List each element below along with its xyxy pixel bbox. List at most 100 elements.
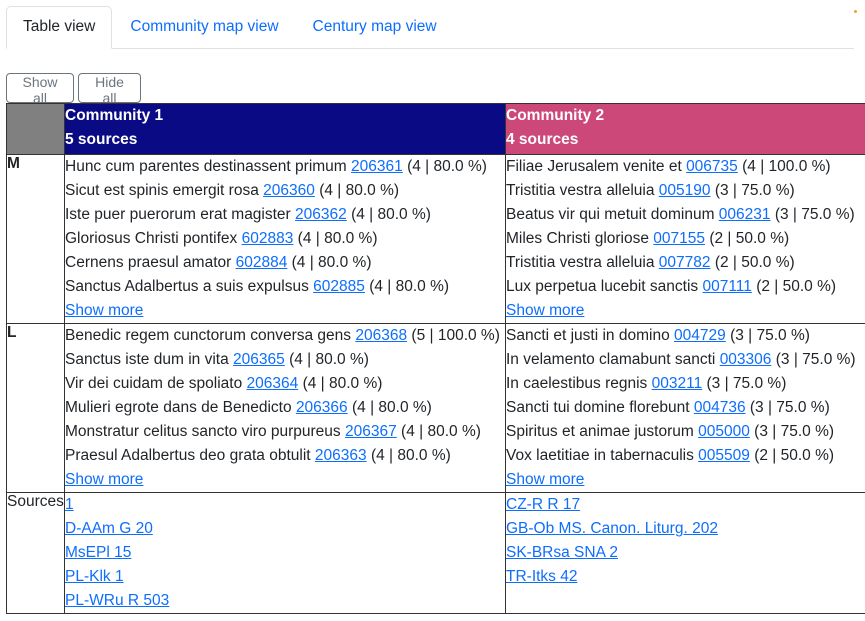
chant-item: Sicut est spinis emergit rosa 206360 (4 … bbox=[65, 179, 505, 203]
chant-id-link[interactable]: 206368 bbox=[355, 327, 407, 344]
chant-id-link[interactable]: 602883 bbox=[242, 230, 294, 247]
community-1-name: Community 1 bbox=[65, 107, 164, 124]
chant-id-link[interactable]: 602885 bbox=[313, 278, 365, 295]
table-row: L Benedic regem cunctorum conversa gens 2… bbox=[6, 323, 865, 493]
chant-id-link[interactable]: 602884 bbox=[236, 254, 288, 271]
source-item: 1 bbox=[66, 494, 505, 518]
source-link[interactable]: 1 bbox=[66, 496, 74, 513]
show-more-line: Show more bbox=[66, 468, 505, 492]
chant-item: Benedic regem cunctorum conversa gens 20… bbox=[66, 325, 505, 349]
chant-id-link[interactable]: 206366 bbox=[296, 399, 348, 416]
chant-stat: (4 | 80.0 %) bbox=[302, 375, 383, 392]
chant-id-link[interactable]: 005000 bbox=[698, 423, 750, 440]
chant-id-link[interactable]: 007155 bbox=[653, 230, 705, 247]
chant-title: Hunc cum parentes destinassent primum bbox=[65, 158, 347, 175]
chant-id-link[interactable]: 206367 bbox=[345, 423, 397, 440]
chant-id-link[interactable]: 003211 bbox=[652, 375, 703, 392]
chant-id-link[interactable]: 005190 bbox=[659, 182, 711, 199]
show-more-link[interactable]: Show more bbox=[507, 302, 585, 319]
tab-century-map-view[interactable]: Century map view bbox=[297, 6, 453, 47]
chant-stat: (3 | 75.0 %) bbox=[775, 351, 856, 368]
header-row: Community 1 5 sources Community 2 4 sour… bbox=[6, 103, 865, 155]
chant-title: Vox laetitiae in tabernaculis bbox=[506, 447, 694, 464]
chant-title: Iste puer puerorum erat magister bbox=[65, 206, 291, 223]
chant-stat: (2 | 50.0 %) bbox=[756, 278, 837, 295]
chant-id-link[interactable]: 005509 bbox=[698, 447, 750, 464]
chant-item: Praesul Adalbertus deo grata obtulit 206… bbox=[66, 444, 505, 468]
chant-item: Spiritus et animae justorum 005000 (3 | … bbox=[506, 420, 865, 444]
chant-id-link[interactable]: 007111 bbox=[702, 278, 751, 295]
community-1-cell: Benedic regem cunctorum conversa gens 20… bbox=[64, 323, 506, 493]
chant-title: Sancti et justi in domino bbox=[506, 327, 670, 344]
chant-title: Sicut est spinis emergit rosa bbox=[65, 182, 259, 199]
chant-item: Vox laetitiae in tabernaculis 005509 (2 … bbox=[506, 444, 865, 468]
source-link[interactable]: GB-Ob MS. Canon. Liturg. 202 bbox=[507, 520, 718, 537]
chant-id-link[interactable]: 206362 bbox=[295, 206, 347, 223]
chant-id-link[interactable]: 206360 bbox=[263, 182, 315, 199]
chant-id-link[interactable]: 003306 bbox=[720, 351, 772, 368]
community-2-name: Community 2 bbox=[506, 107, 605, 124]
chant-title: Beatus vir qui metuit dominum bbox=[506, 206, 715, 223]
chant-item: Cernens praesul amator 602884 (4 | 80.0 … bbox=[66, 251, 505, 275]
source-item: CZ-R R 17 bbox=[507, 494, 865, 518]
source-link[interactable]: PL-WRu R 503 bbox=[66, 592, 170, 609]
community-2-sources-cell: CZ-R R 17 GB-Ob MS. Canon. Liturg. 202 SK-… bbox=[505, 492, 865, 614]
chant-stat: (3 | 75.0 %) bbox=[774, 206, 855, 223]
chant-title: Sanctus iste dum in vita bbox=[65, 351, 229, 368]
source-link[interactable]: CZ-R R 17 bbox=[507, 496, 581, 513]
chant-item: Tristitia vestra alleluia 007782 (2 | 50… bbox=[507, 251, 865, 275]
source-link[interactable]: MsEPl 15 bbox=[66, 544, 132, 561]
community-2-cell: Sancti et justi in domino 004729 (3 | 75… bbox=[505, 323, 865, 493]
community-2-header: Community 2 4 sources bbox=[505, 103, 865, 155]
source-item: PL-Klk 1 bbox=[66, 565, 505, 589]
chant-id-link[interactable]: 206364 bbox=[247, 375, 299, 392]
tab-community-map-view[interactable]: Community map view bbox=[114, 6, 294, 47]
chant-title: Filiae Jerusalem venite et bbox=[506, 158, 682, 175]
row-label: M bbox=[6, 154, 65, 324]
chant-item: Sancti tui domine florebunt 004736 (3 | … bbox=[506, 396, 865, 420]
community-table: Community 1 5 sources Community 2 4 sour… bbox=[6, 103, 865, 614]
chant-stat: (4 | 80.0 %) bbox=[407, 158, 487, 175]
chant-stat: (4 | 80.0 %) bbox=[297, 230, 378, 247]
community-1-header: Community 1 5 sources bbox=[64, 103, 506, 155]
source-link[interactable]: TR-Itks 42 bbox=[507, 568, 578, 585]
show-more-link[interactable]: Show more bbox=[66, 302, 144, 319]
show-more-link[interactable]: Show more bbox=[66, 471, 144, 488]
chant-item: In velamento clamabunt sancti 003306 (3 … bbox=[507, 348, 865, 372]
source-item: PL-WRu R 503 bbox=[66, 589, 505, 613]
chant-id-link[interactable]: 007782 bbox=[659, 254, 711, 271]
source-link[interactable]: SK-BRsa SNA 2 bbox=[507, 544, 619, 561]
chant-stat: (4 | 80.0 %) bbox=[291, 254, 372, 271]
source-item: SK-BRsa SNA 2 bbox=[507, 541, 865, 565]
chant-id-link[interactable]: 006231 bbox=[719, 206, 771, 223]
chant-item: Monstratur celitus sancto viro purpureus… bbox=[65, 420, 505, 444]
chant-title: Spiritus et animae justorum bbox=[506, 423, 694, 440]
chant-id-link[interactable]: 004729 bbox=[674, 327, 726, 344]
source-link[interactable]: PL-Klk 1 bbox=[66, 568, 124, 585]
chant-id-link[interactable]: 206363 bbox=[315, 447, 367, 464]
chant-item: Mulieri egrote dans de Benedicto 206366 … bbox=[66, 396, 505, 420]
chant-item: Tristitia vestra alleluia 005190 (3 | 75… bbox=[507, 179, 865, 203]
chant-item: Filiae Jerusalem venite et 006735 (4 | 1… bbox=[506, 156, 865, 180]
chant-stat: (3 | 75.0 %) bbox=[754, 423, 835, 440]
chant-id-link[interactable]: 206365 bbox=[233, 351, 285, 368]
chant-stat: (2 | 50.0 %) bbox=[714, 254, 795, 271]
show-more-link[interactable]: Show more bbox=[507, 471, 585, 488]
chant-id-link[interactable]: 006735 bbox=[686, 158, 738, 175]
chant-stat: (4 | 80.0 %) bbox=[370, 447, 451, 464]
chant-item: Gloriosus Christi pontifex 602883 (4 | 8… bbox=[66, 227, 505, 251]
chant-stat: (4 | 80.0 %) bbox=[289, 351, 369, 368]
row-label: L bbox=[6, 323, 65, 493]
view-tabs: Table view Community map view Century ma… bbox=[6, 6, 854, 49]
show-more-line: Show more bbox=[507, 299, 865, 323]
chant-id-link[interactable]: 206361 bbox=[351, 158, 403, 175]
hide-all-button[interactable]: Hide all bbox=[78, 73, 141, 106]
chant-item: Vir dei cuidam de spoliato 206364 (4 | 8… bbox=[66, 372, 505, 396]
chant-id-link[interactable]: 004736 bbox=[694, 399, 746, 416]
tab-table-view[interactable]: Table view bbox=[6, 6, 113, 49]
show-all-button[interactable]: Show all bbox=[6, 73, 74, 106]
sources-label: Sources bbox=[6, 492, 65, 614]
source-link[interactable]: D-AAm G 20 bbox=[66, 520, 153, 537]
chant-title: Sancti tui domine florebunt bbox=[506, 399, 690, 416]
chant-title: Monstratur celitus sancto viro purpureus bbox=[65, 423, 341, 440]
